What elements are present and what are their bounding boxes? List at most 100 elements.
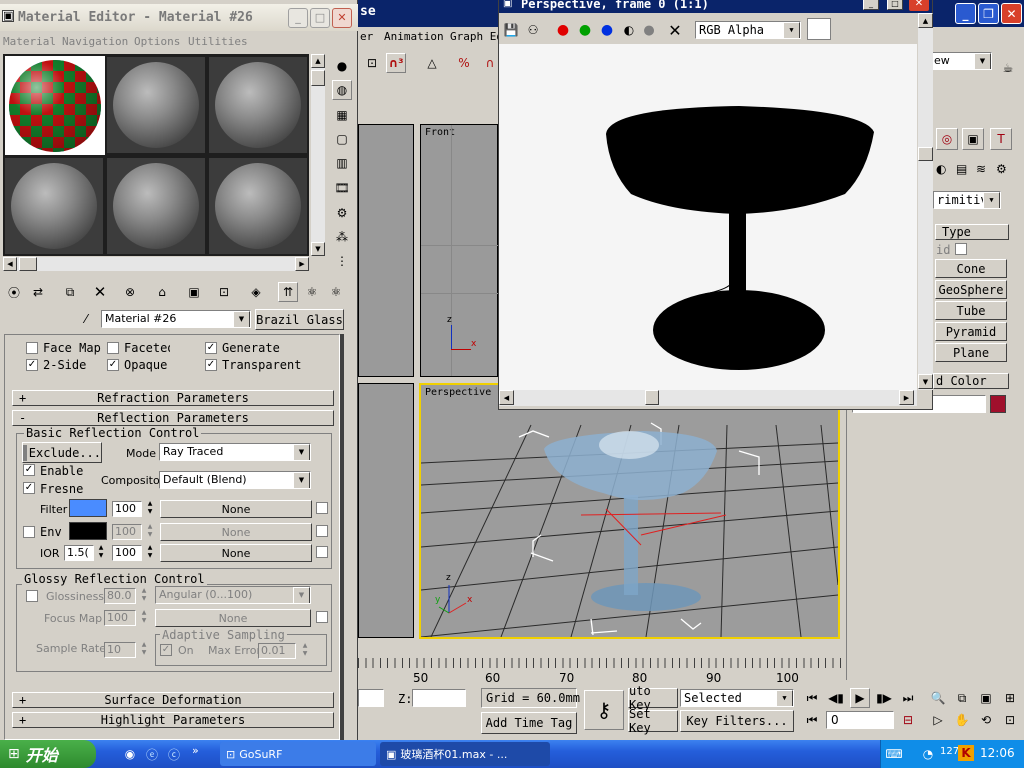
me-maximize-button[interactable]: □ [310, 8, 330, 28]
focus-map-spinner[interactable]: ▲ ▼ [139, 609, 149, 627]
viewport-perspective[interactable]: Perspective z x y [419, 383, 840, 639]
material-navigator-icon[interactable]: ⋮ [332, 251, 352, 271]
red-channel-icon[interactable]: ● [553, 20, 573, 40]
env-amount-spinner[interactable]: ▲ ▼ [145, 523, 155, 541]
scroll-left-button[interactable]: ◀ [3, 257, 17, 271]
render-close-button[interactable]: ✕ [909, 0, 929, 11]
ior-map-checkbox[interactable] [316, 546, 328, 558]
max-error-spinner[interactable]: ▲ ▼ [300, 642, 310, 660]
menu-item-animation[interactable]: Animation [384, 30, 444, 43]
play-icon[interactable]: ▶ [850, 688, 870, 708]
pyramid-button[interactable]: Pyramid [935, 322, 1007, 341]
sample-slot[interactable] [209, 57, 307, 153]
menu-item-fragment[interactable]: er [360, 30, 373, 43]
filter-amount-field[interactable]: 100 [112, 501, 142, 517]
filter-map-checkbox[interactable] [316, 502, 328, 514]
me-menu-options[interactable]: Options [134, 35, 180, 48]
green-channel-icon[interactable]: ● [575, 20, 595, 40]
select-by-material-icon[interactable]: ⁂ [332, 227, 352, 247]
make-unique-icon[interactable]: ⊗ [120, 282, 140, 302]
material-name-dropdown[interactable]: Material #26 [101, 310, 251, 328]
env-checkbox[interactable] [23, 526, 35, 538]
focus-map-checkbox[interactable] [316, 611, 328, 623]
scroll-down-button[interactable]: ▼ [311, 242, 325, 256]
backlight-icon[interactable]: ◍ [332, 80, 352, 100]
panel-scrollbar[interactable] [340, 334, 344, 740]
scroll-up-button[interactable]: ▲ [311, 54, 325, 68]
sample-slot[interactable] [5, 158, 103, 254]
scroll-thumb[interactable] [19, 257, 37, 271]
view-dropdown[interactable]: ew [930, 52, 992, 70]
plane-button[interactable]: Plane [935, 343, 1007, 362]
start-button[interactable]: ⊞ 开始 [0, 740, 96, 768]
shapes-icon[interactable]: ◐ [936, 162, 946, 176]
scroll-right-button[interactable]: ▶ [899, 390, 914, 405]
key-filters-button[interactable]: Key Filters... [680, 710, 794, 732]
scroll-left-button[interactable]: ◀ [499, 390, 514, 405]
go-to-parent-icon[interactable]: ⇈ [278, 282, 298, 302]
main-close-button[interactable]: ✕ [1001, 3, 1022, 24]
glossiness-checkbox[interactable] [26, 590, 38, 602]
task-gosurf[interactable]: ⊡ GoSuRF [220, 742, 376, 766]
put-to-library-icon[interactable]: ⌂ [152, 282, 172, 302]
clear-icon[interactable]: ✕ [665, 20, 685, 40]
slot-hscroll[interactable]: ◀ ▶ [3, 257, 309, 271]
viewport-top-left[interactable] [358, 124, 414, 377]
arc-rotate-icon[interactable]: ⟲ [976, 710, 996, 730]
put-to-scene-icon[interactable]: ⇄ [28, 282, 48, 302]
clone-window-icon[interactable]: ⚇ [523, 20, 543, 40]
autogrid-checkbox[interactable] [955, 243, 967, 255]
time-config-icon[interactable]: ⊟ [898, 710, 918, 730]
material-effects-icon[interactable]: ▣ [184, 282, 204, 302]
percent-snap-icon[interactable]: % [454, 53, 474, 73]
save-bitmap-icon[interactable]: 💾 [501, 20, 521, 40]
uv-tiling-icon[interactable]: ▢ [332, 129, 352, 149]
env-map-checkbox[interactable] [316, 525, 328, 537]
key-mode-icon[interactable]: ⚷ [584, 690, 624, 730]
compositor-dropdown[interactable]: Default (Blend) [159, 471, 311, 489]
tube-button[interactable]: Tube [935, 301, 1007, 320]
sample-type-icon[interactable]: ● [332, 56, 352, 76]
zoom-extents-all-icon[interactable]: ⊞ [1000, 688, 1020, 708]
reflection-rollout[interactable]: - Reflection Parameters [12, 410, 334, 426]
glossiness-spinner[interactable]: ▲ ▼ [139, 587, 149, 605]
quick-launch-app-icon[interactable]: ⓒ [164, 744, 184, 764]
pan-icon[interactable]: ✋ [952, 710, 972, 730]
render-vscroll[interactable]: ▲ ▼ [917, 13, 933, 390]
me-menu-utilities[interactable]: Utilities [188, 35, 248, 48]
highlight-parameters-rollout[interactable]: + Highlight Parameters [12, 712, 334, 728]
volume-icon[interactable]: ◔ [918, 744, 938, 764]
select-object-icon[interactable]: ⊡ [362, 53, 382, 73]
env-color-swatch[interactable] [69, 522, 107, 540]
surface-deformation-rollout[interactable]: + Surface Deformation [12, 692, 334, 708]
menu-item-graph-editors[interactable]: Graph Ed [450, 30, 503, 43]
exclude-button[interactable]: Exclude... [22, 442, 102, 463]
assign-to-selection-icon[interactable]: ⧉ [60, 282, 80, 302]
z-coord-field[interactable] [412, 689, 466, 707]
ior-field[interactable]: 1.5( [64, 545, 94, 561]
mode-dropdown[interactable]: Ray Traced [159, 443, 311, 461]
keyboard-icon[interactable]: ⌨ [884, 744, 904, 764]
sample-slot[interactable] [107, 57, 205, 153]
auto-key-button[interactable]: uto Key [628, 684, 678, 712]
background-checker-icon[interactable]: ▦ [332, 105, 352, 125]
show-end-result-icon[interactable]: ◈ [246, 282, 266, 302]
me-menu-material[interactable]: Material [3, 35, 56, 48]
me-close-button[interactable]: ✕ [332, 8, 352, 28]
space-warps-icon[interactable]: ≋ [976, 162, 986, 176]
scroll-down-button[interactable]: ▼ [918, 374, 933, 389]
goto-end-icon[interactable]: ⏭ [898, 688, 918, 708]
sample-slot[interactable] [209, 158, 307, 254]
scroll-up-button[interactable]: ▲ [918, 13, 933, 28]
face-map-checkbox[interactable] [26, 342, 38, 354]
video-color-icon[interactable]: ▥ [332, 153, 352, 173]
focus-map-button[interactable]: None [155, 609, 311, 627]
filter-color-swatch[interactable] [69, 499, 107, 517]
spinner-snap-icon[interactable]: ∩ [480, 53, 500, 73]
transparent-checkbox[interactable]: ✓ [205, 359, 217, 371]
glossiness-mode-dropdown[interactable]: Angular (0...100) [155, 586, 311, 604]
adaptive-on-checkbox[interactable]: ✓ [160, 644, 172, 656]
scroll-right-button[interactable]: ▶ [295, 257, 309, 271]
quick-launch-more-icon[interactable]: » [192, 744, 199, 757]
generate-checkbox[interactable]: ✓ [205, 342, 217, 354]
